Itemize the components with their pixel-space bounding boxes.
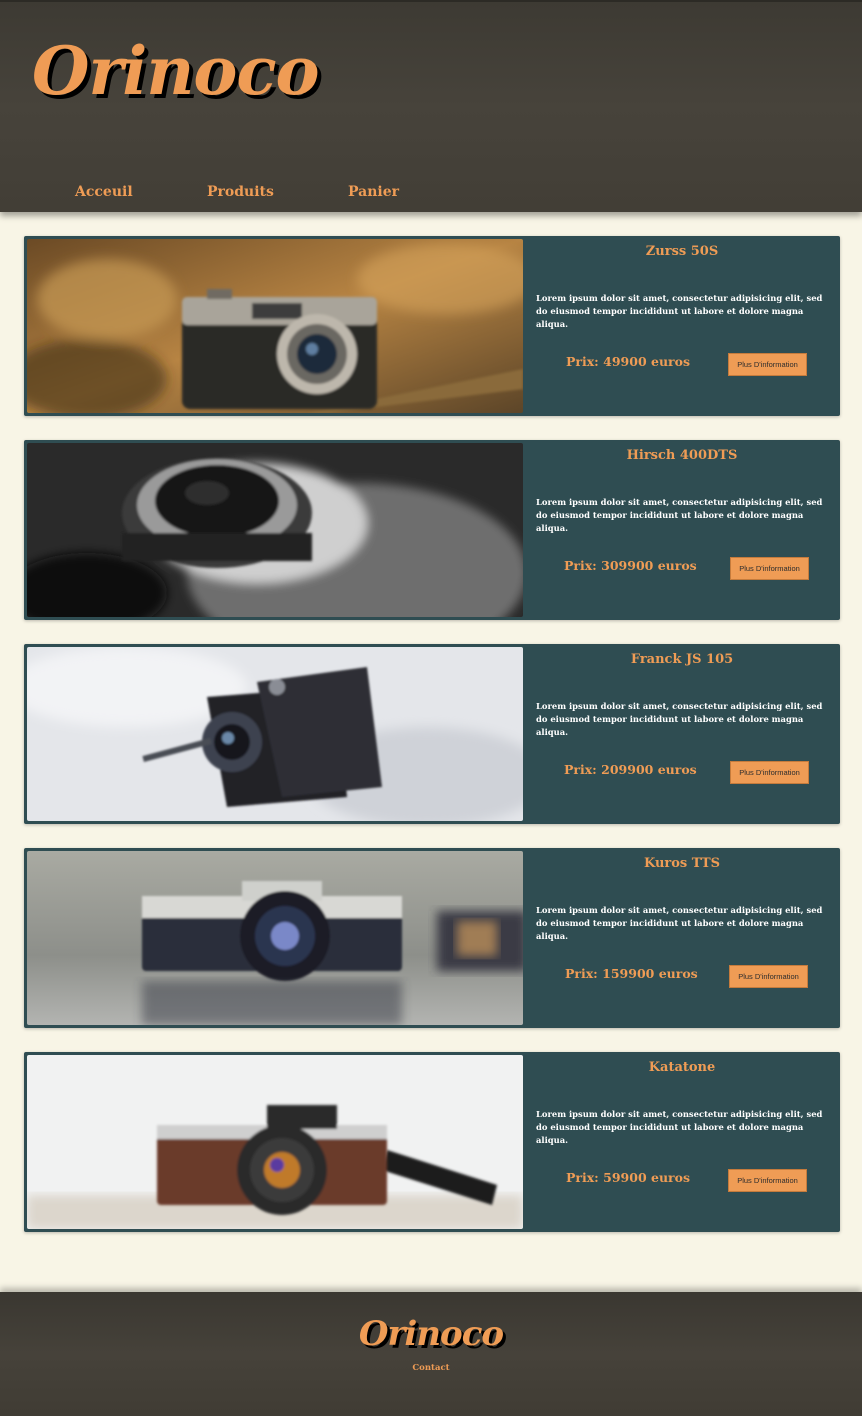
product-card: Kuros TTS Lorem ipsum dolor sit amet, co…	[24, 848, 840, 1028]
product-price: Prix: 49900 euros	[566, 354, 690, 369]
product-name: Zurss 50S	[645, 244, 719, 259]
site-footer: Orinoco Contact	[0, 1292, 862, 1416]
more-info-button[interactable]: Plus D'information	[728, 1169, 807, 1192]
product-name: Hirsch 400DTS	[626, 448, 738, 463]
site-header: Orinoco Acceuil Produits Panier	[0, 0, 862, 212]
footer-logo: Orinoco	[358, 1314, 504, 1354]
product-card: Franck JS 105 Lorem ipsum dolor sit amet…	[24, 644, 840, 824]
product-description: Lorem ipsum dolor sit amet, consectetur …	[536, 905, 823, 941]
product-description: Lorem ipsum dolor sit amet, consectetur …	[536, 497, 823, 533]
product-price: Prix: 159900 euros	[565, 966, 698, 981]
more-info-button[interactable]: Plus D'information	[730, 557, 809, 580]
product-name: Kuros TTS	[643, 856, 721, 871]
site-logo[interactable]: Orinoco	[32, 32, 320, 110]
more-info-button[interactable]: Plus D'information	[728, 353, 807, 376]
more-info-button[interactable]: Plus D'information	[729, 965, 808, 988]
nav-link-cart[interactable]: Panier	[348, 184, 399, 200]
product-image	[27, 647, 523, 821]
product-image	[27, 851, 523, 1025]
nav-link-products[interactable]: Produits	[207, 184, 274, 200]
product-card: Hirsch 400DTS Lorem ipsum dolor sit amet…	[24, 440, 840, 620]
more-info-button[interactable]: Plus D'information	[730, 761, 809, 784]
main-nav: Acceuil Produits Panier	[0, 184, 450, 204]
product-description: Lorem ipsum dolor sit amet, consectetur …	[536, 701, 823, 737]
nav-link-home[interactable]: Acceuil	[75, 184, 133, 200]
product-price: Prix: 309900 euros	[564, 558, 697, 573]
product-price: Prix: 209900 euros	[564, 762, 697, 777]
product-image	[27, 239, 523, 413]
product-description: Lorem ipsum dolor sit amet, consectetur …	[536, 1109, 823, 1145]
product-card: Katatone Lorem ipsum dolor sit amet, con…	[24, 1052, 840, 1232]
product-price: Prix: 59900 euros	[566, 1170, 690, 1185]
product-name: Katatone	[648, 1060, 716, 1075]
product-description: Lorem ipsum dolor sit amet, consectetur …	[536, 293, 823, 329]
footer-link-contact[interactable]: Contact	[0, 1363, 862, 1373]
product-image	[27, 1055, 523, 1229]
product-card: Zurss 50S Lorem ipsum dolor sit amet, co…	[24, 236, 840, 416]
product-name: Franck JS 105	[630, 652, 734, 667]
product-image	[27, 443, 523, 617]
